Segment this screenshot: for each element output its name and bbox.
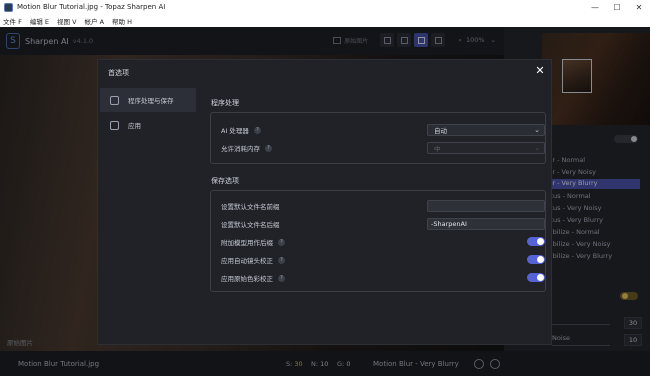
append-model-label: 附加模型用作后缀 <box>221 239 273 247</box>
ai-processor-row: AI 处理器 ? 自动 ⌄ <box>221 123 545 137</box>
close-window-button[interactable]: ✕ <box>628 0 650 14</box>
app-settings-icon <box>110 120 119 130</box>
processing-section: AI 处理器 ? 自动 ⌄ 允许消耗内存 ? 中 ⌄ <box>210 112 546 164</box>
help-icon[interactable]: ? <box>278 238 285 246</box>
prefix-input[interactable] <box>427 200 545 212</box>
menu-view[interactable]: 视图 V <box>57 16 77 26</box>
dialog-close-button[interactable]: ✕ <box>534 65 546 77</box>
append-model-toggle[interactable] <box>527 237 545 246</box>
memory-select: 中 ⌄ <box>427 142 545 154</box>
ai-processor-label: AI 处理器 <box>221 127 249 135</box>
preferences-dialog: 首选项 ✕ 程序处理与保存 应用 程序处理 AI 处理器 ? 自动 ⌄ 允许消耗… <box>97 59 552 345</box>
menu-edit[interactable]: 编辑 E <box>30 16 49 26</box>
memory-row: 允许消耗内存 ? 中 ⌄ <box>221 141 545 155</box>
help-icon[interactable]: ? <box>278 256 285 264</box>
menu-help[interactable]: 帮助 H <box>112 16 132 26</box>
nav-item-application[interactable]: 应用 <box>100 113 196 137</box>
color-correction-label: 应用原始色彩校正 <box>221 275 273 283</box>
maximize-button[interactable]: ☐ <box>606 0 628 14</box>
section-title-processing: 程序处理 <box>211 99 239 107</box>
window-titlebar: Motion Blur Tutorial.jpg - Topaz Sharpen… <box>0 0 650 14</box>
chevron-down-icon: ⌄ <box>534 144 540 152</box>
suffix-row: 设置默认文件名后缀 -SharpenAI <box>221 217 545 231</box>
save-section: 设置默认文件名前缀 设置默认文件名后缀 -SharpenAI 附加模型用作后缀 … <box>210 190 546 292</box>
menu-file[interactable]: 文件 F <box>3 16 22 26</box>
window-title: Motion Blur Tutorial.jpg - Topaz Sharpen… <box>17 3 166 11</box>
nav-item-processing-save[interactable]: 程序处理与保存 <box>100 88 196 112</box>
nav-item-label: 应用 <box>128 122 141 130</box>
memory-label: 允许消耗内存 <box>221 145 260 153</box>
append-model-row: 附加模型用作后缀 ? <box>221 235 545 249</box>
memory-value: 中 <box>434 145 441 153</box>
preferences-content: 程序处理 AI 处理器 ? 自动 ⌄ 允许消耗内存 ? 中 ⌄ 保存选项 设置默… <box>210 86 546 344</box>
ai-processor-select[interactable]: 自动 ⌄ <box>427 124 545 136</box>
color-correction-toggle[interactable] <box>527 273 545 282</box>
help-icon[interactable]: ? <box>278 274 285 282</box>
section-title-save: 保存选项 <box>211 177 239 185</box>
lens-correction-toggle[interactable] <box>527 255 545 264</box>
prefix-row: 设置默认文件名前缀 <box>221 199 545 213</box>
dialog-title: 首选项 <box>108 69 129 77</box>
suffix-label: 设置默认文件名后缀 <box>221 221 280 229</box>
minimize-button[interactable]: — <box>584 0 606 14</box>
chevron-down-icon: ⌄ <box>534 126 540 134</box>
help-icon[interactable]: ? <box>265 144 272 152</box>
lens-correction-row: 应用自动镜头校正 ? <box>221 253 545 267</box>
color-correction-row: 应用原始色彩校正 ? <box>221 271 545 285</box>
ai-processor-value: 自动 <box>434 127 447 135</box>
preferences-nav: 程序处理与保存 应用 <box>98 86 198 344</box>
dialog-header: 首选项 ✕ <box>98 60 553 84</box>
menu-bar: 文件 F 编辑 E 视图 V 帐户 A 帮助 H <box>0 14 650 27</box>
lens-correction-label: 应用自动镜头校正 <box>221 257 273 265</box>
nav-item-label: 程序处理与保存 <box>128 97 174 105</box>
help-icon[interactable]: ? <box>253 126 261 134</box>
app-logo-icon <box>4 2 13 12</box>
suffix-input[interactable]: -SharpenAI <box>427 218 545 230</box>
sliders-icon <box>110 95 119 105</box>
menu-account[interactable]: 帐户 A <box>85 16 105 26</box>
prefix-label: 设置默认文件名前缀 <box>221 203 280 211</box>
